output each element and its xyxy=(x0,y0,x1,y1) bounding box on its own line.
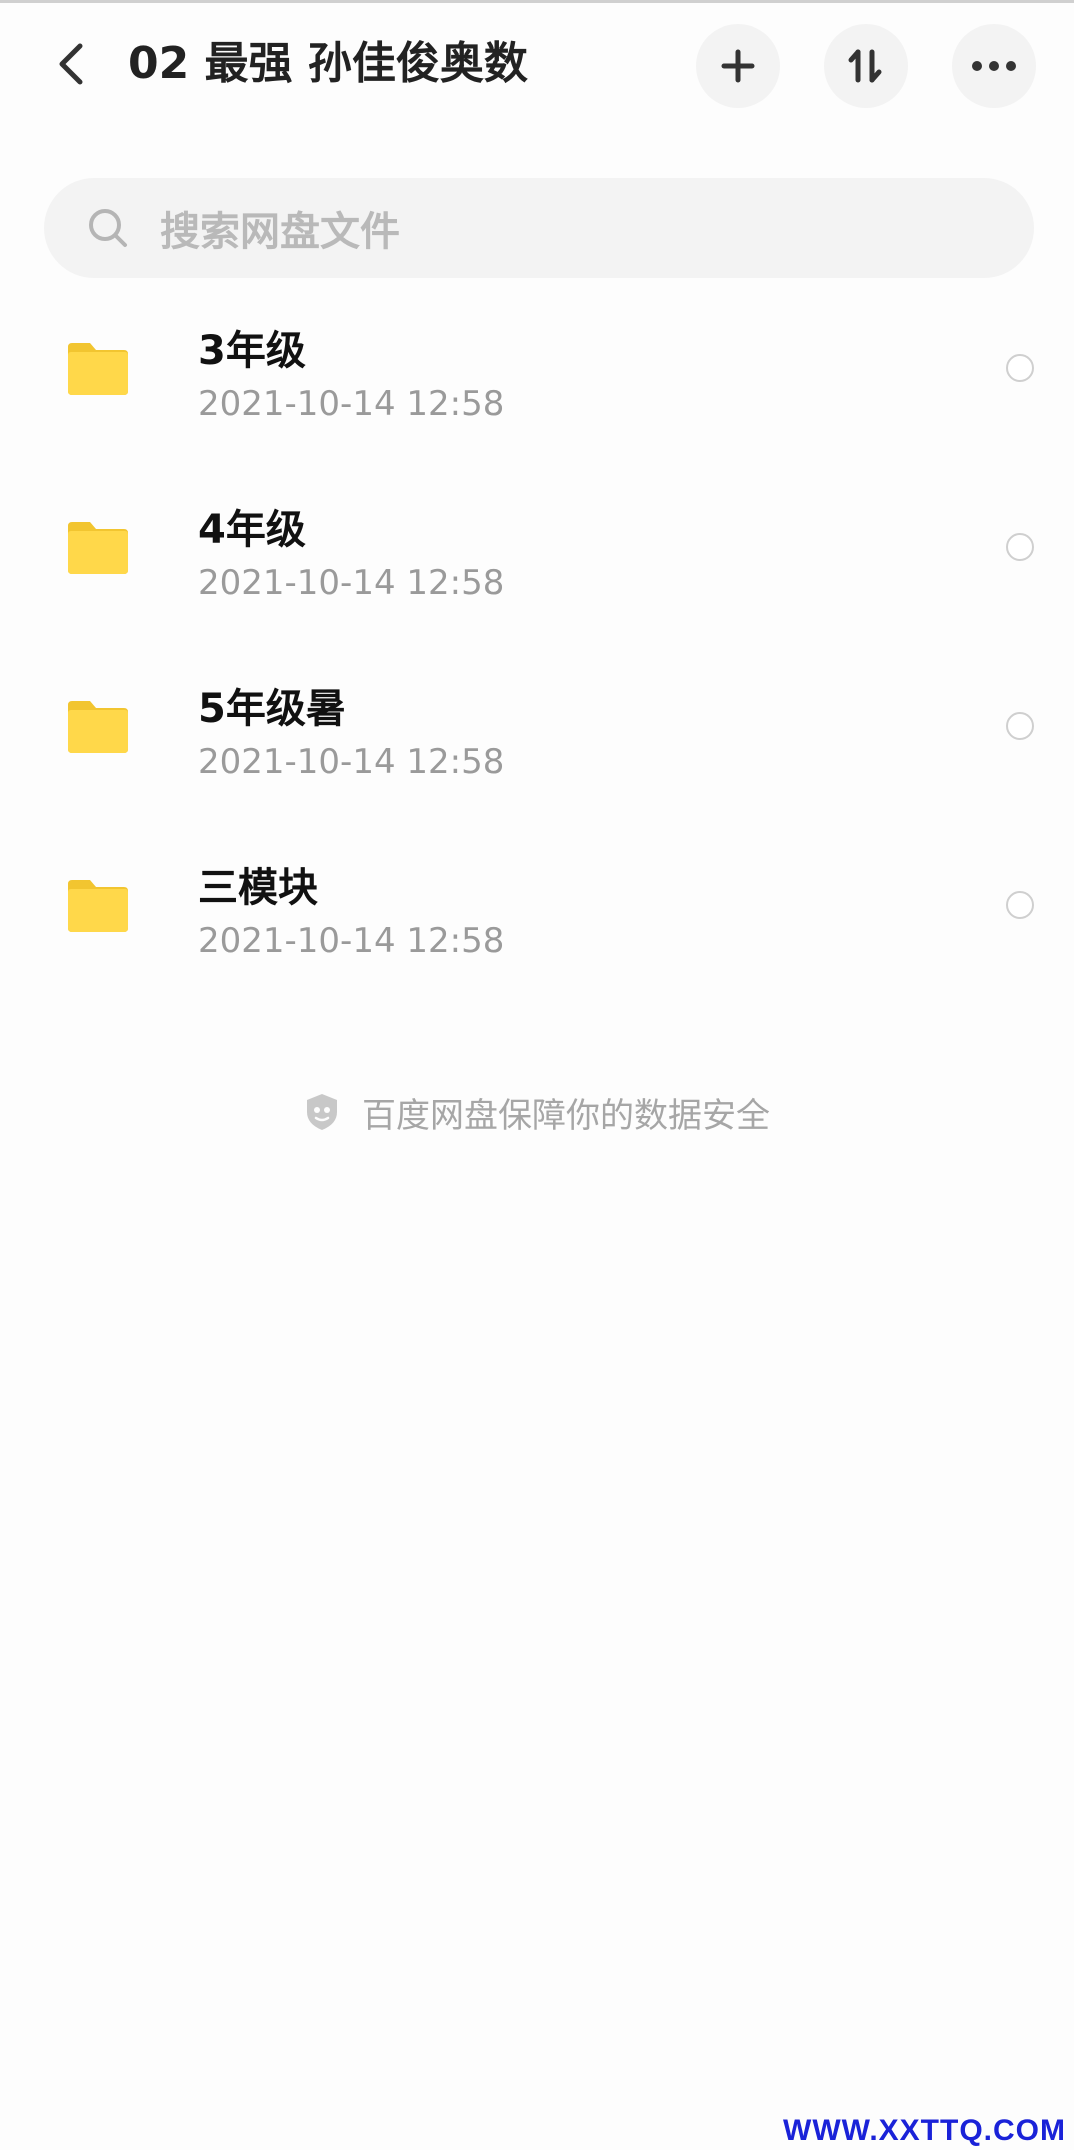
header-bar: 02 最强 孙佳俊奥数 xyxy=(0,0,1074,130)
select-radio[interactable] xyxy=(1006,533,1034,561)
file-date: 2021-10-14 12:58 xyxy=(198,563,505,603)
back-button[interactable] xyxy=(46,36,96,92)
security-note: 百度网盘保障你的数据安全 xyxy=(0,1084,1074,1140)
list-item-folder[interactable]: 三模块 2021-10-14 12:58 xyxy=(0,833,1074,1012)
folder-icon xyxy=(68,522,128,574)
list-item-folder[interactable]: 3年级 2021-10-14 12:58 xyxy=(0,296,1074,475)
chevron-left-icon xyxy=(59,43,83,85)
search-placeholder: 搜索网盘文件 xyxy=(160,209,400,255)
folder-icon xyxy=(68,880,128,932)
file-date: 2021-10-14 12:58 xyxy=(198,384,505,424)
watermark-text: WWW.XXTTQ.COM xyxy=(783,2114,1066,2147)
shield-icon xyxy=(304,1092,340,1132)
sort-arrows-icon xyxy=(848,49,882,83)
select-radio[interactable] xyxy=(1006,891,1034,919)
file-browser-screen: 02 最强 孙佳俊奥数 搜索网盘文件 3年级 2021-10-14 12:58 … xyxy=(0,0,1074,2150)
sort-button[interactable] xyxy=(824,24,908,108)
select-radio[interactable] xyxy=(1006,712,1034,740)
file-name: 3年级 xyxy=(198,328,306,374)
file-name: 5年级暑 xyxy=(198,686,346,732)
file-list: 3年级 2021-10-14 12:58 4年级 2021-10-14 12:5… xyxy=(0,296,1074,1012)
folder-icon xyxy=(68,343,128,395)
list-item-folder[interactable]: 5年级暑 2021-10-14 12:58 xyxy=(0,654,1074,833)
page-title: 02 最强 孙佳俊奥数 xyxy=(128,38,528,89)
search-icon xyxy=(86,206,130,250)
file-date: 2021-10-14 12:58 xyxy=(198,742,505,782)
add-button[interactable] xyxy=(696,24,780,108)
file-name: 三模块 xyxy=(198,865,318,911)
more-dots-icon xyxy=(972,61,1016,71)
folder-icon xyxy=(68,701,128,753)
select-radio[interactable] xyxy=(1006,354,1034,382)
more-button[interactable] xyxy=(952,24,1036,108)
file-date: 2021-10-14 12:58 xyxy=(198,921,505,961)
security-text: 百度网盘保障你的数据安全 xyxy=(362,1095,770,1136)
plus-icon xyxy=(721,49,755,83)
file-name: 4年级 xyxy=(198,507,306,553)
list-item-folder[interactable]: 4年级 2021-10-14 12:58 xyxy=(0,475,1074,654)
search-input[interactable]: 搜索网盘文件 xyxy=(44,178,1034,278)
